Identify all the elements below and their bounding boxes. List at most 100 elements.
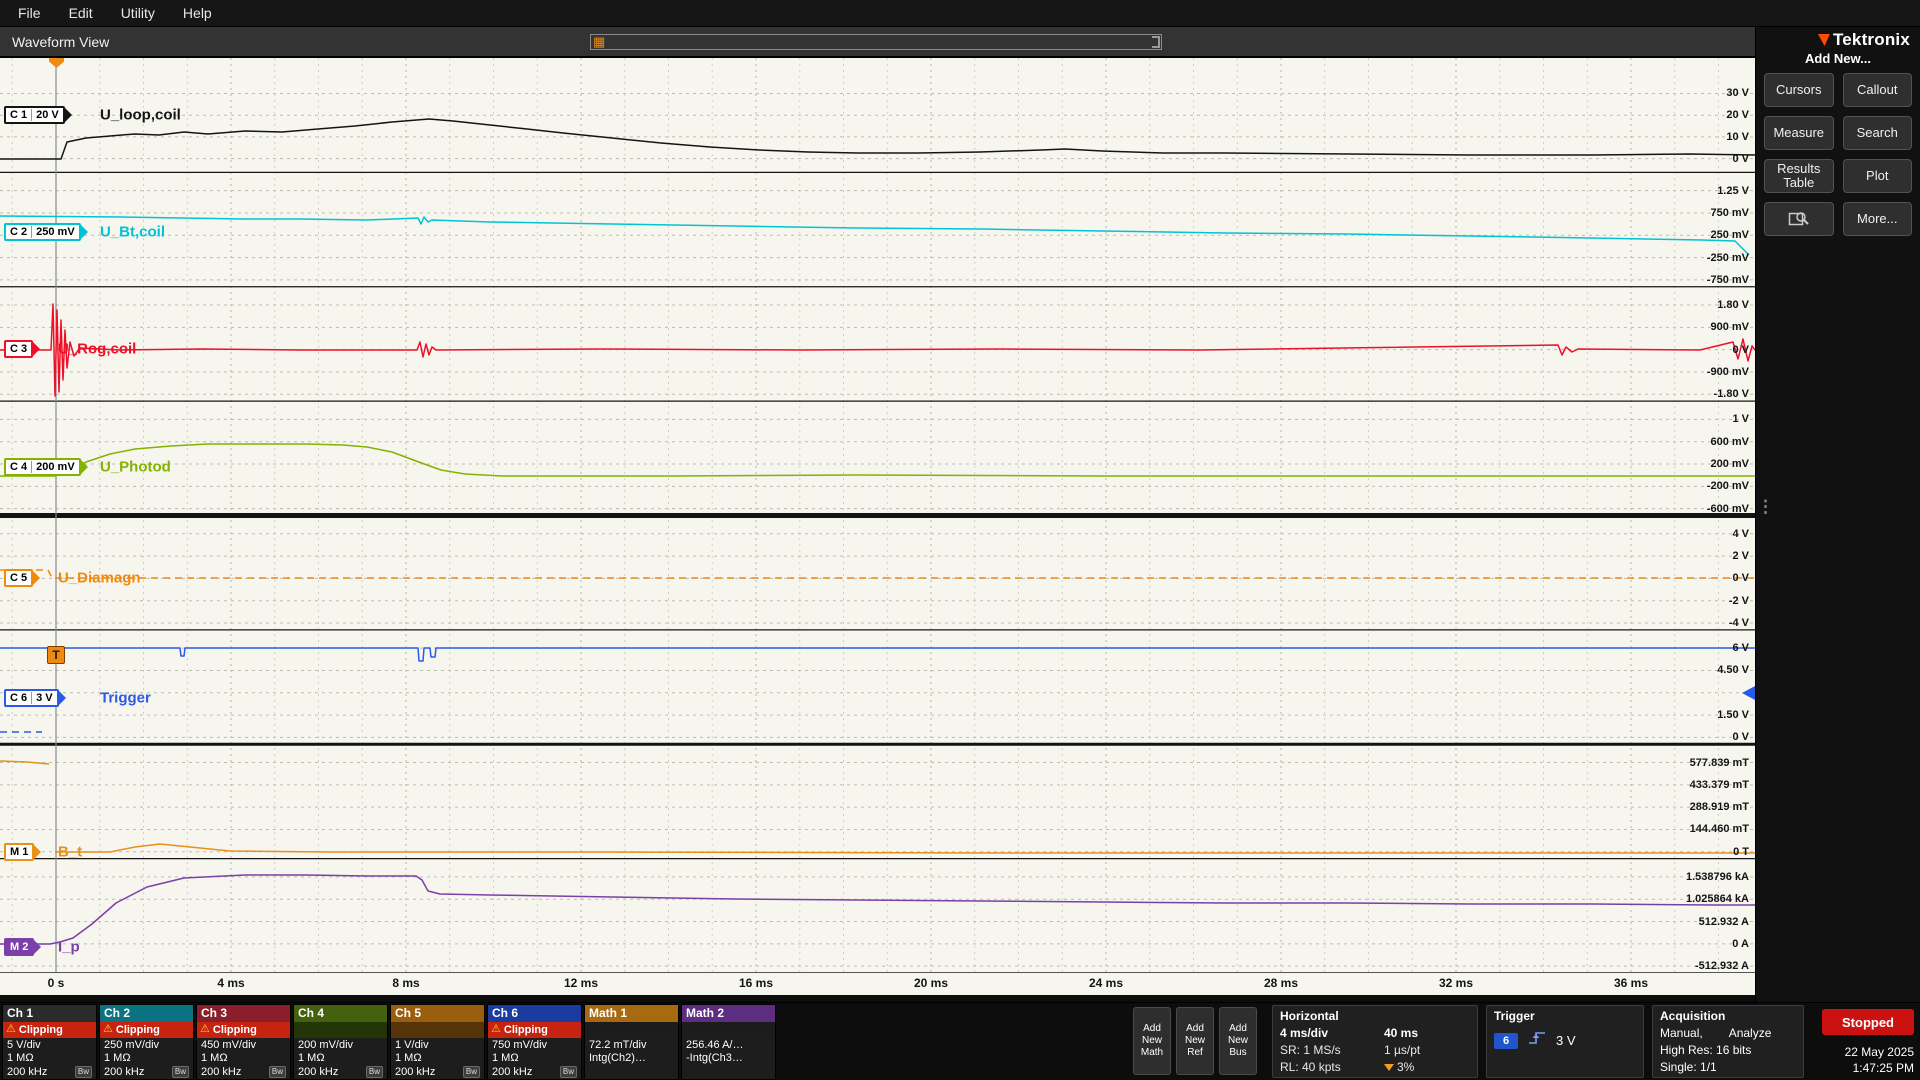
channel-tile-header: Ch 6 <box>488 1005 581 1022</box>
channel-badge-c5[interactable]: C 5 <box>4 569 33 587</box>
panel-drag-handle[interactable]: ⋮ <box>1757 497 1774 517</box>
channel-badge-c6[interactable]: C 63 V <box>4 689 59 707</box>
channel-tile-value: 200 kHz <box>395 1066 435 1078</box>
horizontal-record-length: RL: 40 kpts <box>1280 1060 1384 1074</box>
acquisition-status-button[interactable]: Stopped <box>1822 1009 1914 1035</box>
zoom-funnel-icon[interactable] <box>1701 58 1755 102</box>
results-table-button[interactable]: Results Table <box>1764 159 1834 193</box>
channel-tile-ch-2[interactable]: Ch 2⚠Clipping250 mV/div1 MΩ200 kHzBw <box>99 1004 194 1080</box>
add-button-line: Bus <box>1229 1047 1246 1059</box>
channel-tile-ch-4[interactable]: Ch 4200 mV/div1 MΩ200 kHzBw <box>293 1004 388 1080</box>
zoom-tool-button[interactable] <box>1764 202 1834 236</box>
channel-label-m1: B_t <box>58 844 82 861</box>
channel-tile-row: 256.46 A/… <box>682 1038 775 1052</box>
channel-tile-row <box>682 1065 775 1079</box>
channel-badge-m1[interactable]: M 1 <box>4 843 34 861</box>
zoom-box-icon <box>1788 209 1810 229</box>
add-button-line: New <box>1142 1035 1162 1047</box>
trigger-panel[interactable]: Trigger 6 3 V <box>1486 1005 1644 1078</box>
trigger-settings-row: 6 3 V <box>1494 1030 1636 1051</box>
channel-badge-scale: 200 mV <box>31 461 79 473</box>
menu-item-help[interactable]: Help <box>175 0 232 27</box>
trigger-source-marker[interactable]: T <box>47 646 65 664</box>
trigger-source-badge: 6 <box>1494 1033 1518 1049</box>
channel-badge-id: M 1 <box>6 846 32 858</box>
more--button[interactable]: More... <box>1843 202 1913 236</box>
measure-button[interactable]: Measure <box>1764 116 1834 150</box>
axis-tick-label: 10 V <box>1726 131 1749 143</box>
channel-tile-value: -Intg(Ch3… <box>686 1052 743 1064</box>
channel-badge-id: C 6 <box>6 692 31 704</box>
axis-tick-label: 1.025864 kA <box>1686 893 1749 905</box>
horizontal-position-cell: 3% <box>1384 1060 1470 1074</box>
acquisition-panel[interactable]: Acquisition Manual, Analyze High Res: 16… <box>1652 1005 1804 1078</box>
menu-item-file[interactable]: File <box>10 0 61 27</box>
horizontal-panel-grid: 4 ms/div 40 ms SR: 1 MS/s 1 µs/pt RL: 40… <box>1280 1026 1470 1074</box>
horizontal-pan-zoom-bar[interactable]: ▦ <box>590 34 1162 50</box>
axis-tick-label: 577.839 mT <box>1690 757 1749 769</box>
add-new-bus-button[interactable]: AddNewBus <box>1219 1007 1257 1075</box>
axis-tick-label: 4.50 V <box>1717 664 1749 676</box>
plot-button[interactable]: Plot <box>1843 159 1913 193</box>
horizontal-panel[interactable]: Horizontal 4 ms/div 40 ms SR: 1 MS/s 1 µ… <box>1272 1005 1478 1078</box>
channel-badge-m2[interactable]: M 2 <box>4 938 34 956</box>
waveform-plot-area[interactable]: 30 V20 V10 V0 VC 120 VU_loop,coil1.25 V7… <box>0 57 1755 972</box>
channel-badge-id: M 2 <box>6 941 32 953</box>
clipping-label: Clipping <box>213 1024 257 1036</box>
channel-tile-row: 200 kHzBw <box>3 1065 96 1079</box>
pan-right-bracket-icon[interactable] <box>1152 36 1160 48</box>
callout-button[interactable]: Callout <box>1843 73 1913 107</box>
right-panel: Tektronix Add New... CursorsCalloutMeasu… <box>1755 27 1920 1002</box>
channel-tile-header: Ch 1 <box>3 1005 96 1022</box>
channel-tile-ch-1[interactable]: Ch 1⚠Clipping5 V/div1 MΩ200 kHzBw <box>2 1004 97 1080</box>
channel-label-c2: U_Bt,coil <box>100 224 165 241</box>
channel-tile-value: 1 MΩ <box>395 1052 422 1064</box>
channel-tile-row: Intg(Ch2)… <box>585 1051 678 1065</box>
axis-tick-label: 0 V <box>1732 344 1749 356</box>
zoom-overview-icon[interactable]: ▦ <box>593 36 605 48</box>
add-new-math-button[interactable]: AddNewMath <box>1133 1007 1171 1075</box>
channel-tile-header: Ch 4 <box>294 1005 387 1022</box>
horizontal-window: 40 ms <box>1384 1026 1470 1040</box>
channel-tile-value: 1 MΩ <box>201 1052 228 1064</box>
clipping-strip: ⚠Clipping <box>100 1022 193 1038</box>
tektronix-logo-text: Tektronix <box>1833 30 1910 50</box>
menu-item-edit[interactable]: Edit <box>61 0 113 27</box>
channel-tile-row: 1 MΩ <box>488 1051 581 1065</box>
channel-tile-header: Math 2 <box>682 1005 775 1022</box>
add-new-ref-button[interactable]: AddNewRef <box>1176 1007 1214 1075</box>
clipping-strip: ⚠Clipping <box>3 1022 96 1038</box>
add-button-line: Add <box>1229 1023 1247 1035</box>
cursors-button[interactable]: Cursors <box>1764 73 1834 107</box>
channel-tile-ch-6[interactable]: Ch 6⚠Clipping750 mV/div1 MΩ200 kHzBw <box>487 1004 582 1080</box>
right-panel-buttons: Cursors Callout Measure Search Results Table… <box>1764 73 1912 236</box>
channel-tile-math-1[interactable]: Math 172.2 mT/divIntg(Ch2)… <box>584 1004 679 1080</box>
channel-tile-value: 256.46 A/… <box>686 1039 744 1051</box>
channel-tile-math-2[interactable]: Math 2 256.46 A/…-Intg(Ch3… <box>681 1004 776 1080</box>
channel-tile-row <box>585 1065 678 1079</box>
channel-tile-ch-5[interactable]: Ch 51 V/div1 MΩ200 kHzBw <box>390 1004 485 1080</box>
warning-icon: ⚠ <box>103 1024 113 1035</box>
channel-badge-c2[interactable]: C 2250 mV <box>4 223 81 241</box>
channel-tile-value: 250 mV/div <box>104 1039 159 1051</box>
channel-tile-row: 200 kHzBw <box>391 1065 484 1079</box>
menu-item-utility[interactable]: Utility <box>113 0 175 27</box>
channel-badge-c1[interactable]: C 120 V <box>4 106 65 124</box>
x-axis-label: 32 ms <box>1439 976 1473 990</box>
channel-badge-c4[interactable]: C 4200 mV <box>4 458 81 476</box>
clipping-strip: ⚠Clipping <box>488 1022 581 1038</box>
axis-tick-label: 1.538796 kA <box>1686 871 1749 883</box>
channel-tile-value: 72.2 mT/div <box>589 1039 646 1051</box>
axis-tick-label: 200 mV <box>1710 458 1749 470</box>
channel-tile-value: 1 MΩ <box>298 1052 325 1064</box>
channel-badge-c3[interactable]: C 3 <box>4 340 33 358</box>
trigger-level-marker[interactable] <box>1742 686 1755 700</box>
menu-bar-items: FileEditUtilityHelp <box>0 0 232 27</box>
channel-tile-row: 1 MΩ <box>3 1051 96 1065</box>
axis-tick-label: 0 V <box>1732 731 1749 743</box>
search-button[interactable]: Search <box>1843 116 1913 150</box>
channel-tile-row: -Intg(Ch3… <box>682 1051 775 1065</box>
axis-tick-label: 1 V <box>1732 413 1749 425</box>
channel-tile-ch-3[interactable]: Ch 3⚠Clipping450 mV/div1 MΩ200 kHzBw <box>196 1004 291 1080</box>
channel-badge-tiles: Ch 1⚠Clipping5 V/div1 MΩ200 kHzBwCh 2⚠Cl… <box>2 1004 776 1080</box>
